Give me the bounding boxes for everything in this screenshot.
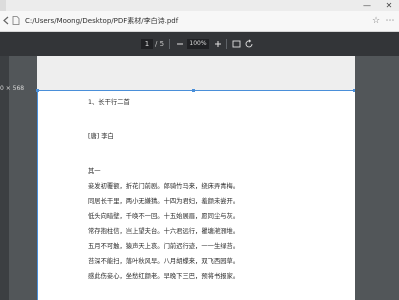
poem-line: 感此伤妾心，坐愁红颜老。早晚下三巴，预将书报家。	[88, 273, 240, 280]
file-icon	[11, 16, 21, 26]
document-section: 其一	[88, 168, 101, 175]
zoom-in-icon[interactable]	[213, 38, 223, 50]
menu-icon[interactable]: ⋯	[385, 15, 395, 27]
title-bar: — ✕	[0, 0, 399, 11]
rotate-icon[interactable]	[244, 38, 254, 50]
poem-line: 低头向暗壁，千唤不一回。十五始展眉，愿同尘与灰。	[88, 213, 240, 220]
selection-handle[interactable]	[36, 89, 39, 92]
selection-size-readout: 0 × 568	[0, 85, 25, 92]
selection-handle[interactable]	[192, 89, 195, 92]
previous-page-edge	[37, 56, 355, 91]
close-icon: ✕	[385, 1, 393, 10]
zoom-out-icon[interactable]	[175, 38, 185, 50]
fit-page-icon[interactable]	[231, 38, 241, 50]
url-field[interactable]: C:/Users/Moong/Desktop/PDF素材/李白诗.pdf	[25, 15, 178, 27]
poem-line: 妾发初覆额，折花门前剧。郎骑竹马来，绕床弄青梅。	[88, 183, 240, 190]
minimize-icon: —	[363, 1, 371, 10]
pdf-page	[37, 91, 355, 300]
tab-strip[interactable]	[0, 0, 6, 11]
bookmark-star-icon[interactable]: ☆	[371, 15, 381, 27]
minimize-button[interactable]: —	[358, 0, 376, 11]
page-number-input[interactable]: 1	[141, 39, 153, 49]
poem-line: 五月不可触，猿声天上哀。门前迟行迹，一一生绿苔。	[88, 243, 240, 250]
toolbar-divider	[169, 39, 170, 49]
address-bar: C:/Users/Moong/Desktop/PDF素材/李白诗.pdf ☆ ⋯	[0, 11, 399, 32]
poem-line: 常存抱柱信，岂上望夫台。十六君远行，瞿塘滟滪堆。	[88, 228, 240, 235]
pdf-viewport[interactable]: 0 × 568 1、长干行二首 [唐] 李白 其一 妾发初覆额，折花门前剧。郎骑…	[0, 56, 399, 300]
viewer-gutter	[355, 56, 399, 300]
poem-line: 苔深不能扫，落叶秋风早。八月胡蝶来，双飞西园草。	[88, 258, 240, 265]
page-total: / 5	[155, 40, 165, 48]
pdf-viewer-window: — ✕ C:/Users/Moong/Desktop/PDF素材/李白诗.pdf…	[0, 0, 399, 300]
pdf-toolbar: 1 / 5 100%	[0, 32, 399, 56]
poem-line: 同居长干里，两小无嫌猜。十四为君妇，羞颜未尝开。	[88, 198, 240, 205]
document-author: [唐] 李白	[88, 133, 114, 140]
toolbar-divider	[226, 39, 227, 49]
zoom-level-input[interactable]: 100%	[187, 39, 209, 49]
document-heading: 1、长干行二首	[88, 99, 130, 106]
close-button[interactable]: ✕	[380, 0, 398, 11]
